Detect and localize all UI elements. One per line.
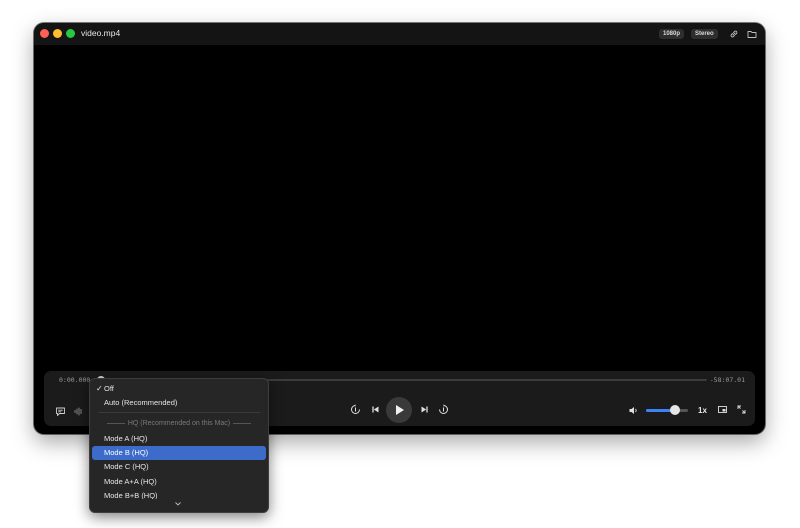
menu-item-label: Mode A+A (HQ) (104, 477, 157, 486)
volume-slider[interactable] (646, 409, 688, 412)
previous-icon[interactable] (370, 404, 381, 415)
menu-item-label: Mode A (HQ) (104, 434, 148, 443)
volume-knob[interactable] (670, 405, 681, 415)
section-divider-right (233, 422, 252, 424)
window-title: video.mp4 (81, 28, 121, 38)
menu-item-mode-aa[interactable]: Mode A+A (HQ) (92, 475, 266, 489)
chevron-down-icon[interactable] (173, 500, 183, 508)
resolution-badge: 1080p (659, 29, 685, 39)
playback-speed-button[interactable]: 1x (698, 406, 707, 415)
title-bar: video.mp4 1080p Stereo (34, 23, 765, 45)
menu-item-label: Mode B (HQ) (104, 448, 149, 457)
minimize-window-button[interactable] (53, 29, 62, 38)
play-button[interactable] (386, 397, 412, 423)
play-icon (396, 405, 404, 415)
menu-item-mode-a[interactable]: Mode A (HQ) (92, 432, 266, 446)
menu-item-off[interactable]: ✓ Off (92, 382, 266, 396)
volume-icon[interactable] (628, 405, 639, 416)
menu-item-label: Auto (Recommended) (104, 398, 178, 407)
folder-icon[interactable] (747, 29, 757, 39)
section-divider-left (106, 422, 125, 424)
audio-waveform-icon[interactable] (73, 406, 84, 417)
menu-item-mode-c[interactable]: Mode C (HQ) (92, 460, 266, 474)
close-window-button[interactable] (40, 29, 49, 38)
menu-section-header: HQ (Recommended on this Mac) (90, 417, 268, 431)
subtitles-icon[interactable] (55, 406, 66, 417)
fullscreen-icon[interactable] (736, 404, 747, 415)
menu-item-mode-b[interactable]: Mode B (HQ) (92, 446, 266, 460)
section-header-label: HQ (Recommended on this Mac) (127, 420, 231, 427)
zoom-window-button[interactable] (66, 29, 75, 38)
remaining-time: -58:07.01 (709, 376, 745, 384)
player-window: video.mp4 1080p Stereo 0:00.000 -58:07.0… (34, 23, 765, 434)
skip-back-15-icon[interactable] (350, 404, 361, 415)
menu-item-label: Mode B+B (HQ) (104, 491, 158, 499)
menu-item-mode-bb[interactable]: Mode B+B (HQ) (92, 489, 266, 499)
link-icon[interactable] (729, 29, 739, 39)
menu-item-label: Mode C (HQ) (104, 462, 149, 471)
skip-forward-15-icon[interactable] (438, 404, 449, 415)
next-icon[interactable] (419, 404, 430, 415)
menu-item-auto[interactable]: Auto (Recommended) (92, 396, 266, 410)
menu-separator (98, 412, 260, 413)
upscaling-mode-menu: ✓ Off Auto (Recommended) HQ (Recommended… (89, 378, 269, 513)
menu-item-label: Off (104, 384, 114, 393)
audio-badge: Stereo (691, 29, 718, 39)
checkmark-icon: ✓ (96, 384, 103, 393)
current-time: 0:00.000 (59, 376, 91, 384)
picture-in-picture-icon[interactable] (717, 404, 728, 415)
